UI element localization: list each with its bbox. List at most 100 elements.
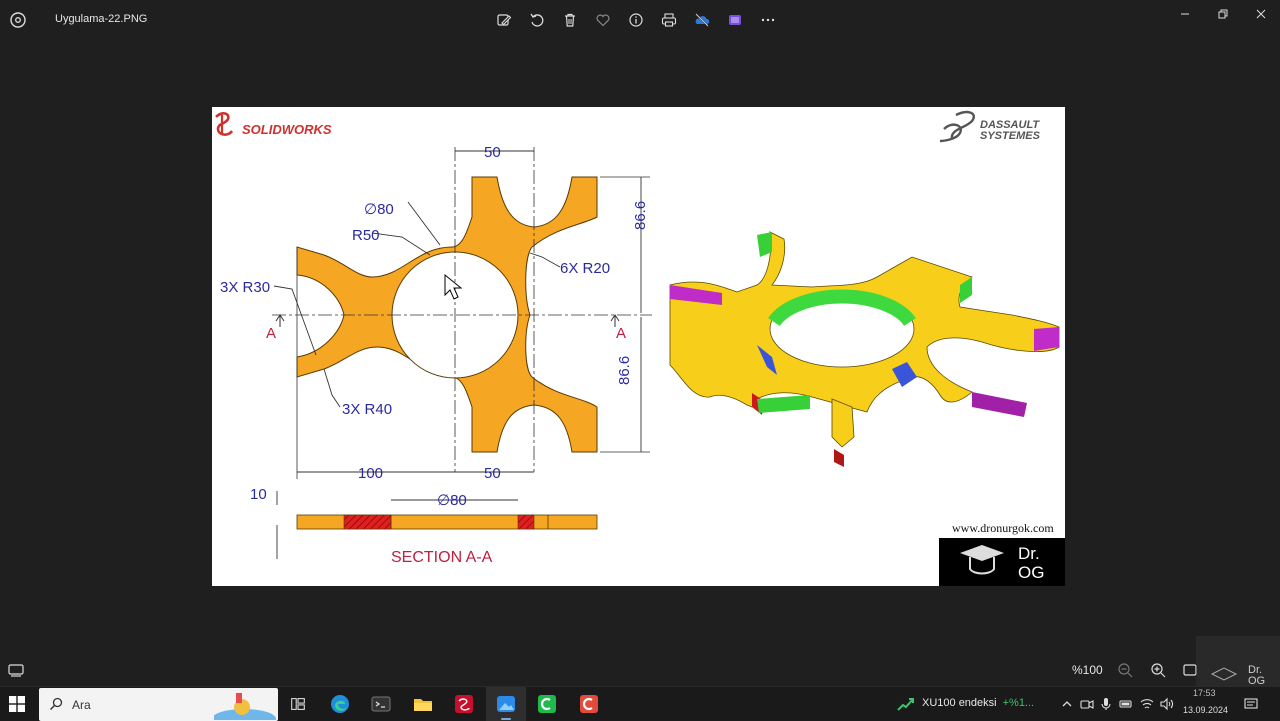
tray-wifi-button[interactable] [1140,697,1154,711]
zoom-in-button[interactable] [1149,661,1167,679]
clipchamp-button[interactable] [723,8,747,32]
info-button[interactable] [624,8,648,32]
photos-app-window: Uygulama-22.PNG SOLIDWORKS DASSAULT SYST… [0,0,1280,686]
taskbar-terminal[interactable] [368,691,394,717]
dim-section-diameter-80: ∅80 [437,492,467,509]
tray-overflow-button[interactable] [1060,697,1074,711]
photos-app-icon [10,12,26,28]
dassault-brand-line2: SYSTEMES [980,130,1041,142]
taskbar-camtasia-green[interactable] [534,691,560,717]
clipchamp-icon [729,15,741,25]
edit-icon [497,14,512,26]
delete-icon [565,13,575,27]
dim-6x-r20: 6X R20 [560,260,610,277]
dassault-logo [939,110,975,143]
battery-icon [1119,700,1132,708]
rotate-icon [530,13,544,27]
watermark-text-2: OG [1248,675,1266,687]
solidworks-app-icon [455,695,473,713]
restore-icon [1218,9,1228,19]
stock-change: +%1... [1002,697,1035,709]
section-label: SECTION A-A [391,549,493,566]
stock-widget-icon [897,696,915,712]
taskbar-edge[interactable] [327,691,353,717]
minimize-button[interactable] [1166,0,1204,28]
wifi-icon [1140,699,1154,709]
rotate-button[interactable] [525,8,549,32]
logo-line1: Dr. [1018,544,1040,563]
section-mark-right: A [616,325,626,342]
more-icon [761,18,775,22]
dim-3x-r30: 3X R30 [220,279,270,296]
taskbar-search[interactable]: Ara [39,688,278,721]
start-button[interactable] [9,696,25,712]
part-top-view [272,147,652,479]
window-title: Uygulama-22.PNG [55,13,148,25]
restore-button[interactable] [1204,0,1242,28]
onedrive-button[interactable] [690,8,714,32]
zoom-out-button[interactable] [1116,661,1134,679]
stock-name: XU100 endeksi [922,697,997,709]
image-toolbar [492,8,780,32]
tray-meet-button[interactable] [1080,697,1094,711]
zoom-in-icon [1151,663,1166,678]
bottom-bar: %100 [0,655,1280,686]
tray-microphone-button[interactable] [1099,697,1113,711]
print-button[interactable] [657,8,681,32]
filmstrip-button[interactable] [7,661,25,679]
camtasia-red-icon [580,695,598,713]
website-label: www.dronurgok.com [952,521,1054,535]
clock-time[interactable]: 17:53 [1193,688,1216,698]
info-icon [629,13,643,27]
task-view-icon [291,698,305,710]
dr-og-logo-box [939,538,1065,586]
print-icon [661,13,677,27]
task-view-button[interactable] [285,691,311,717]
stock-widget[interactable]: XU100 endeksi +%1... [922,697,1034,709]
filmstrip-icon [8,664,24,677]
notification-button[interactable] [1244,697,1258,711]
windows-logo-icon [9,696,25,712]
favorite-button[interactable] [591,8,615,32]
search-placeholder: Ara [72,698,91,712]
part-3d-view [669,231,1060,467]
minimize-icon [1181,13,1189,15]
logo-line2: OG [1018,563,1044,582]
clock-date[interactable]: 13.09.2024 [1183,705,1228,715]
favorite-icon [596,14,610,27]
dim-bottom-50: 50 [484,465,501,482]
tray-battery-button[interactable] [1119,697,1133,711]
close-button[interactable] [1242,0,1280,28]
more-button[interactable] [756,8,780,32]
image-canvas[interactable]: SOLIDWORKS DASSAULT SYSTEMES 50 ∅80 R50 … [212,107,1065,586]
edit-button[interactable] [492,8,516,32]
chevron-up-icon [1062,701,1072,707]
dim-diameter-80: ∅80 [364,201,394,218]
notification-icon [1244,698,1258,709]
dim-86-6-bottom: 86.6 [616,356,633,385]
edge-icon [331,695,349,713]
dim-thickness-10: 10 [250,486,267,503]
solidworks-brand: SOLIDWORKS [242,122,332,137]
taskbar-solidworks[interactable] [451,691,477,717]
delete-button[interactable] [558,8,582,32]
search-highlight-image [214,693,276,720]
zoom-level[interactable]: %100 [1072,663,1103,677]
dim-100: 100 [358,465,383,482]
dim-r50: R50 [352,227,380,244]
taskbar-file-explorer[interactable] [410,691,436,717]
camera-icon [1080,700,1094,709]
onedrive-icon [695,13,710,27]
search-icon [49,697,63,711]
taskbar-camtasia-red[interactable] [576,691,602,717]
microphone-icon [1101,698,1111,710]
dim-top-50: 50 [484,144,501,161]
taskbar-photos[interactable] [493,691,519,717]
folder-icon [414,699,432,711]
taskbar: Ara XU100 endeksi +%1... 17:53 13.09.202… [0,686,1280,721]
zoom-out-icon [1118,663,1133,678]
close-icon [1256,9,1266,19]
dim-86-6-top: 86.6 [632,201,649,230]
terminal-icon [371,696,391,712]
tray-volume-button[interactable] [1160,697,1174,711]
